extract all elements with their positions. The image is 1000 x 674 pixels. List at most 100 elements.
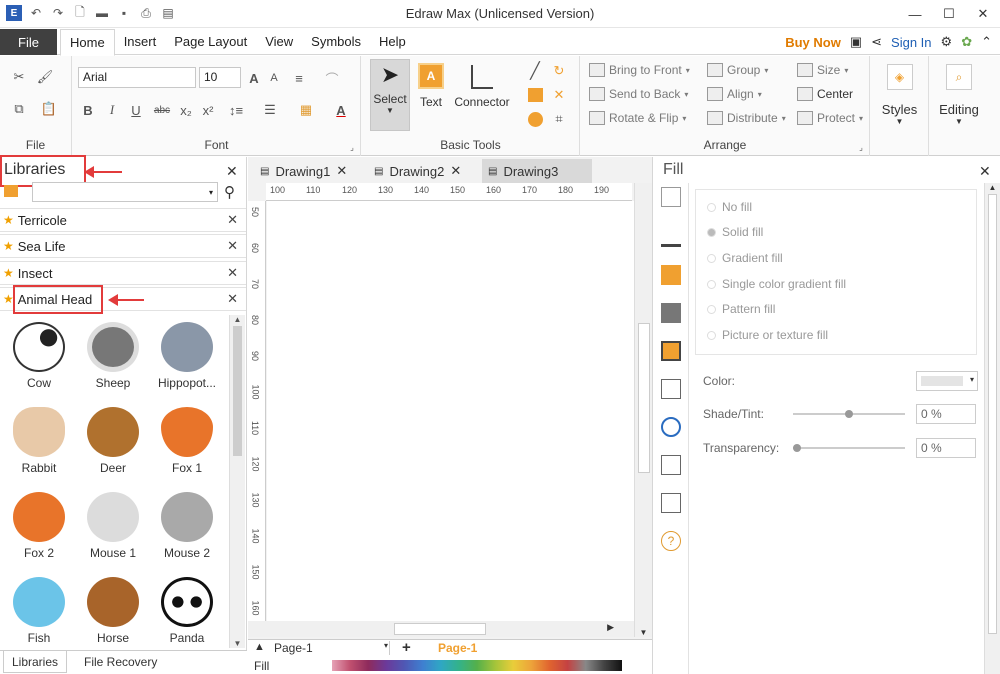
close-icon[interactable]: ✕ — [966, 0, 1000, 28]
minimize-icon[interactable]: — — [898, 0, 932, 28]
tab-drawing3[interactable]: ▤ Drawing3 — [482, 159, 592, 183]
tab-page-layout[interactable]: Page Layout — [165, 29, 256, 55]
fill-bucket-icon[interactable] — [661, 187, 681, 207]
scroll-right-icon[interactable]: ▶ — [607, 622, 614, 633]
library-item-terricole[interactable]: ★ Terricole ✕ — [0, 208, 246, 232]
bullets-icon[interactable]: ☰ — [257, 100, 283, 120]
arrange-dialog-launcher-icon[interactable]: ⌟ — [856, 142, 866, 152]
shape-fish[interactable]: Fish — [2, 577, 76, 645]
shape-hippopotamus[interactable]: Hippopot... — [150, 322, 224, 390]
report-icon[interactable] — [661, 455, 681, 475]
bold-icon[interactable]: B — [79, 100, 97, 120]
connector-tool-button[interactable]: Connector — [450, 59, 514, 131]
text-tool-button[interactable]: A Text — [414, 59, 448, 131]
scroll-thumb[interactable] — [988, 194, 997, 634]
close-icon[interactable]: ✕ — [336, 163, 347, 179]
size-button[interactable]: Size ▾ — [797, 63, 848, 77]
shape-mouse-1[interactable]: Mouse 1 — [76, 492, 150, 560]
tab-view[interactable]: View — [256, 29, 302, 55]
close-icon[interactable]: ✕ — [227, 238, 238, 254]
library-scrollbar[interactable]: ▲ ▼ — [229, 315, 245, 648]
send-to-back-button[interactable]: Send to Back ▾ — [589, 87, 688, 101]
shape-cow[interactable]: Cow — [2, 322, 76, 390]
font-dialog-launcher-icon[interactable]: ⌟ — [347, 142, 357, 152]
bring-to-front-button[interactable]: Bring to Front ▾ — [589, 63, 690, 77]
shrink-font-icon[interactable]: A — [265, 68, 283, 88]
paste-icon[interactable]: 📋 — [36, 100, 62, 118]
underline-icon[interactable]: U — [127, 100, 145, 120]
shape-horse[interactable]: Horse — [76, 577, 150, 645]
copy-icon[interactable]: ⧉ — [10, 100, 28, 118]
new-file-icon[interactable]: 🗋 — [72, 5, 88, 21]
rotate-flip-button[interactable]: Rotate & Flip ▾ — [589, 111, 686, 125]
comment-icon[interactable] — [661, 493, 681, 513]
editing-group[interactable]: ⌕ Editing ▼ — [930, 56, 988, 156]
center-button[interactable]: Center — [797, 87, 853, 101]
close-icon[interactable]: ✕ — [227, 265, 238, 281]
tab-drawing1[interactable]: ▤ Drawing1 ✕ — [254, 159, 353, 183]
shadow-icon[interactable] — [661, 265, 681, 285]
tab-drawing2[interactable]: ▤ Drawing2 ✕ — [368, 159, 467, 183]
collapse-ribbon-icon[interactable]: ⌃ — [981, 34, 992, 50]
buy-now-link[interactable]: Buy Now — [785, 35, 841, 50]
arc-tool-icon[interactable]: ↻ — [550, 62, 568, 80]
crossing-tool-icon[interactable]: ✕ — [550, 86, 568, 104]
page-tab[interactable]: Page-1 — [438, 641, 477, 655]
scroll-up-icon[interactable]: ▲ — [230, 315, 245, 324]
scroll-down-icon[interactable]: ▼ — [230, 639, 245, 648]
font-color-icon[interactable]: A — [329, 100, 353, 120]
option-single-color-gradient-fill[interactable]: Single color gradient fill — [707, 277, 846, 291]
superscript-icon[interactable]: x² — [199, 100, 217, 120]
page-select[interactable]: Page-1 — [274, 641, 390, 655]
italic-icon[interactable]: I — [103, 100, 121, 120]
help-icon[interactable]: ? — [661, 531, 681, 551]
scroll-thumb[interactable] — [394, 623, 486, 635]
cart-icon[interactable]: ▣ — [850, 34, 862, 50]
tab-libraries[interactable]: Libraries — [3, 651, 67, 673]
page-up-icon[interactable]: ▲ — [254, 641, 265, 653]
library-search-input[interactable]: ▾ — [32, 182, 218, 202]
globe-icon[interactable] — [661, 417, 681, 437]
distribute-button[interactable]: Distribute ▾ — [707, 111, 786, 125]
tab-insert[interactable]: Insert — [115, 29, 166, 55]
tab-file-recovery[interactable]: File Recovery — [84, 651, 157, 673]
canvas-vertical-scrollbar[interactable]: ▼ — [634, 183, 652, 637]
line-tool-icon[interactable]: ╱ — [526, 62, 544, 80]
close-icon[interactable]: ✕ — [979, 163, 991, 180]
shape-sheep[interactable]: Sheep — [76, 322, 150, 390]
highlight-icon[interactable]: ▦ — [293, 100, 319, 120]
redo-icon[interactable]: ↷ — [50, 5, 66, 21]
shade-tint-slider[interactable] — [793, 410, 905, 418]
align-text-icon[interactable]: ≡ — [287, 68, 311, 88]
scroll-up-icon[interactable]: ▲ — [985, 183, 1000, 192]
tab-home[interactable]: Home — [60, 29, 115, 56]
rectangle-tool-icon[interactable] — [528, 88, 543, 102]
shape-fox-1[interactable]: Fox 1 — [150, 407, 224, 475]
option-no-fill[interactable]: No fill — [707, 200, 752, 214]
cut-icon[interactable]: ✂ — [10, 68, 28, 86]
option-pattern-fill[interactable]: Pattern fill — [707, 302, 775, 316]
sign-in-link[interactable]: Sign In — [891, 35, 931, 50]
library-item-insect[interactable]: ★ Insect ✕ — [0, 261, 246, 285]
file-menu[interactable]: File — [0, 29, 57, 55]
shape-rabbit[interactable]: Rabbit — [2, 407, 76, 475]
scroll-thumb[interactable] — [638, 323, 650, 473]
image-icon[interactable] — [661, 303, 681, 323]
shade-tint-input[interactable]: 0 % — [916, 404, 976, 424]
tab-symbols[interactable]: Symbols — [302, 29, 370, 55]
open-folder-icon[interactable]: ▬ — [94, 5, 110, 21]
close-icon[interactable]: ✕ — [227, 291, 238, 307]
shape-mouse-2[interactable]: Mouse 2 — [150, 492, 224, 560]
line-pen-icon[interactable] — [661, 227, 681, 247]
color-swatches[interactable] — [332, 660, 622, 671]
styles-group[interactable]: ◈ Styles ▼ — [871, 56, 929, 156]
grow-font-icon[interactable]: A — [245, 68, 263, 88]
select-tool-button[interactable]: ➤ Select ▼ — [370, 59, 410, 131]
option-picture-texture-fill[interactable]: Picture or texture fill — [707, 328, 828, 342]
layer-icon[interactable] — [661, 341, 681, 361]
add-page-icon[interactable]: + — [402, 639, 411, 656]
ellipse-tool-icon[interactable] — [528, 112, 543, 127]
text-path-icon[interactable]: ⌒ — [317, 68, 347, 88]
format-painter-icon[interactable]: 🖌 — [36, 68, 54, 86]
transparency-input[interactable]: 0 % — [916, 438, 976, 458]
